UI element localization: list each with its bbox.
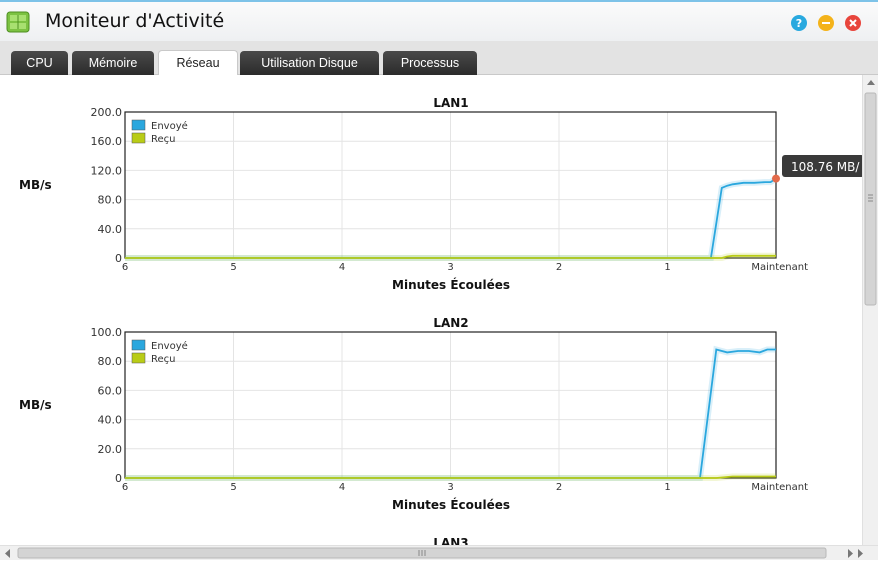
tab-cpu[interactable]: CPU [11,51,68,75]
x-tick-label: Maintenant [751,262,808,273]
tooltip-text: 108.76 MB/ [791,160,860,174]
x-axis-label: Minutes Écoulées [392,277,510,292]
x-tick-label: 1 [664,482,670,493]
tab-memoire[interactable]: Mémoire [72,51,154,75]
y-axis-label: MB/s [19,178,52,192]
legend-label: Reçu [151,354,176,365]
x-tick-label: 4 [339,262,345,273]
y-tick-label: 20.0 [98,443,123,456]
legend-label: Reçu [151,134,176,145]
window-title: Moniteur d'Activité [45,10,225,32]
legend-label: Envoyé [151,120,188,132]
x-tick-label: 1 [664,262,670,273]
x-tick-label: 2 [556,482,562,493]
y-tick-label: 160.0 [91,135,123,148]
minimize-icon[interactable] [818,15,834,31]
tab-reseau[interactable]: Réseau [158,50,238,77]
legend-label: Envoyé [151,340,188,352]
x-tick-label: 4 [339,482,345,493]
x-tick-label: 5 [230,482,236,493]
y-tick-label: 60.0 [98,384,123,397]
legend-swatch [131,339,146,351]
vertical-scrollbar[interactable] [862,75,878,545]
svg-text:?: ? [796,17,802,30]
help-icon[interactable]: ? [791,15,807,31]
x-tick-label: 3 [447,482,453,493]
data-point-marker [772,174,780,183]
y-tick-label: 40.0 [98,223,123,236]
y-tick-label: 40.0 [98,414,123,427]
y-axis-label: MB/s [19,398,52,412]
y-tick-label: 80.0 [98,194,123,207]
chart-title: LAN1 [433,96,468,110]
y-tick-label: 80.0 [98,355,123,368]
legend-swatch [131,119,146,131]
network-charts: LAN1200.0160.0120.080.040.006 5 4 3 2 1 Mainte… [19,96,862,545]
y-tick-label: 200.0 [91,106,123,119]
tab-bar: CPU Mémoire Réseau Utilisation Disque Pr… [0,41,878,77]
close-icon[interactable] [845,15,861,31]
x-tick-label: 6 [122,482,128,493]
x-tick-label: 3 [447,262,453,273]
horizontal-scrollbar[interactable] [0,545,878,560]
tab-processus[interactable]: Processus [383,51,477,75]
x-tick-label: 6 [122,262,128,273]
legend-swatch [131,352,146,364]
tab-utilisation-disque[interactable]: Utilisation Disque [240,51,379,75]
x-axis-label: Minutes Écoulées [392,497,510,512]
y-tick-label: 120.0 [91,164,123,177]
x-tick-label: Maintenant [751,482,808,493]
content-area: LAN1 200.0 160.0 120.0 80.0 40.0 0 6 5 4 3 2 1 Mainte… [0,75,862,545]
x-tick-label: 2 [556,262,562,273]
legend-swatch [131,132,146,144]
chart-title: LAN3 [433,536,468,545]
activity-monitor-icon [6,10,30,34]
title-bar: Moniteur d'Activité ? [0,0,878,41]
x-tick-label: 5 [230,262,236,273]
y-tick-label: 100.0 [91,326,123,339]
chart-title: LAN2 [433,316,468,330]
